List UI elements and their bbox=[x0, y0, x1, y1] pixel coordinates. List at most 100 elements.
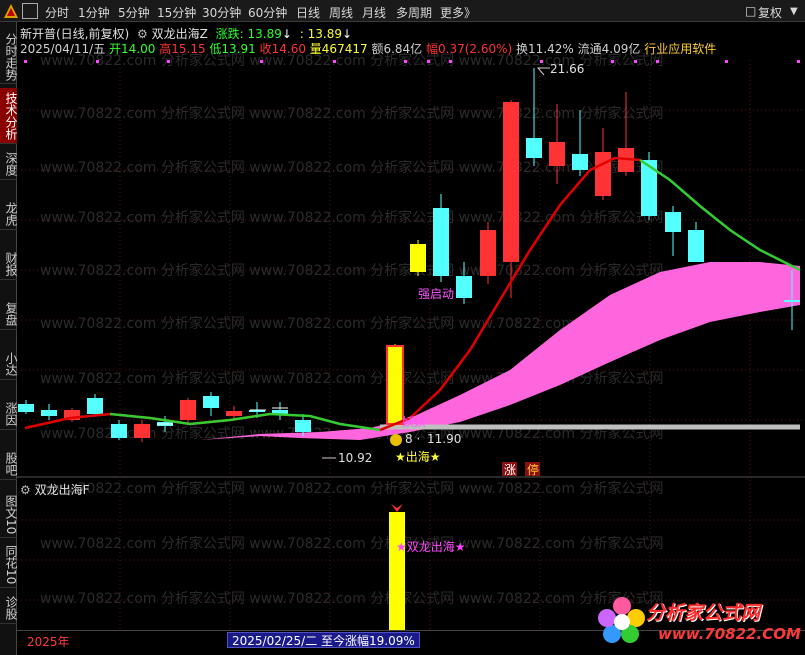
watermark-text: www.70822.com 分析家公式网 www.70822.com 分析家公式… bbox=[40, 535, 663, 552]
fuquan-button[interactable]: 复权 bbox=[758, 4, 782, 21]
app-logo-icon[interactable] bbox=[3, 3, 19, 19]
period-1min[interactable]: 1分钟 bbox=[78, 4, 110, 21]
quote-line: 2025/04/11/五 开14.00 高15.15 低13.91 收14.60… bbox=[20, 40, 716, 57]
period-more[interactable]: 更多》 bbox=[440, 4, 476, 21]
period-weekly[interactable]: 周线 bbox=[329, 4, 353, 21]
tab-jishu-fenxi[interactable]: 技术分析 bbox=[0, 88, 18, 144]
high-price-marker bbox=[536, 67, 550, 76]
tab-zhengu[interactable]: 诊股 bbox=[0, 592, 18, 624]
candle-body bbox=[595, 152, 611, 196]
quote-close: 收14.60 bbox=[259, 42, 306, 56]
quote-float: 流通4.09亿 bbox=[577, 42, 641, 56]
top-dot-marker bbox=[427, 60, 430, 63]
quote-amplitude: 幅0.37(2.60%) bbox=[426, 42, 513, 56]
watermark-text: www.70822.com 分析家公式网 www.70822.com 分析家公式… bbox=[40, 105, 663, 122]
period-more-label: 更多 bbox=[440, 6, 465, 20]
top-dot-marker bbox=[96, 60, 99, 63]
quote-date: 2025/04/11/五 bbox=[20, 42, 106, 56]
period-multi[interactable]: 多周期 bbox=[396, 4, 432, 21]
low-price-label: 10.92 bbox=[338, 451, 372, 465]
candle-body bbox=[18, 404, 34, 412]
tab-tonghua[interactable]: 同花10 bbox=[0, 542, 18, 588]
candle-body bbox=[549, 142, 565, 166]
top-dot-marker bbox=[333, 60, 336, 63]
top-dot-marker bbox=[167, 60, 170, 63]
second-value: : 13.89 bbox=[299, 27, 342, 41]
top-dot-marker bbox=[24, 60, 27, 63]
candle-body bbox=[41, 410, 57, 416]
period-30min[interactable]: 30分钟 bbox=[202, 4, 241, 21]
candle-body bbox=[665, 212, 681, 232]
tab-caibao[interactable]: 财报 bbox=[0, 248, 18, 280]
yaoguai-label: 妖妖 bbox=[402, 415, 426, 429]
watermark-logo: 分析家公式网 www.70822.COM bbox=[598, 592, 803, 650]
watermark-text: www.70822.com 分析家公式网 www.70822.com 分析家公式… bbox=[40, 209, 663, 226]
tab-longhu[interactable]: 龙虎 bbox=[0, 198, 18, 230]
watermark-text: www.70822.com 分析家公式网 www.70822.com 分析家公式… bbox=[40, 159, 663, 176]
quote-volume: 量467417 bbox=[309, 42, 368, 56]
tab-fenshi-zoushi[interactable]: 分时走势 bbox=[0, 30, 18, 84]
tab-zhangyin[interactable]: 涨因 bbox=[0, 398, 18, 430]
watermark-text: www.70822.com 分析家公式网 www.70822.com 分析家公式… bbox=[40, 590, 663, 607]
mark-price-label: 11.90 bbox=[427, 432, 461, 446]
candle-body bbox=[480, 230, 496, 276]
tab-tuwen[interactable]: 图文10 bbox=[0, 492, 18, 538]
signal-label: ★双龙出海★ bbox=[396, 539, 466, 554]
sub-panel-gear-icon[interactable]: ⚙ bbox=[20, 483, 31, 497]
money-bag-icon bbox=[390, 434, 402, 446]
left-tab-bar: 分时走势 技术分析 深度 龙虎 财报 复盘 小达 涨因 股吧 图文10 同花10… bbox=[0, 22, 18, 655]
high-price-label: 21.66 bbox=[550, 62, 584, 76]
period-toolbar: 分时 1分钟 5分钟 15分钟 30分钟 60分钟 日线 周线 月线 多周期 更… bbox=[0, 0, 805, 22]
quote-high: 高15.15 bbox=[159, 42, 206, 56]
layout-grid-icon[interactable] bbox=[22, 3, 38, 19]
candle-body bbox=[386, 345, 404, 425]
period-60min[interactable]: 60分钟 bbox=[248, 4, 287, 21]
top-dot-marker bbox=[611, 60, 614, 63]
price-chart[interactable]: www.70822.com 分析家公式网 www.70822.com 分析家公式… bbox=[0, 0, 805, 655]
candle-body bbox=[295, 420, 311, 432]
watermark-text: www.70822.com 分析家公式网 www.70822.com 分析家公式… bbox=[40, 262, 663, 279]
qiangqidong-label: 强启动 bbox=[418, 287, 454, 301]
indicator-gear-icon[interactable]: ⚙ bbox=[137, 27, 148, 41]
period-daily[interactable]: 日线 bbox=[296, 4, 320, 21]
zhang-badge: 涨 bbox=[504, 462, 516, 477]
period-more-arrow-icon: 》 bbox=[464, 6, 477, 20]
top-dot-marker bbox=[260, 60, 263, 63]
tab-xiaoda[interactable]: 小达 bbox=[0, 348, 18, 380]
indicator-name[interactable]: 双龙出海Z bbox=[152, 27, 208, 41]
candle-body bbox=[111, 424, 127, 438]
ting-badge: 停 bbox=[527, 462, 539, 477]
tab-shendu[interactable]: 深度 bbox=[0, 148, 18, 180]
period-15min[interactable]: 15分钟 bbox=[157, 4, 196, 21]
stock-name: 新开普(日线,前复权) bbox=[20, 27, 130, 41]
candle-body bbox=[134, 424, 150, 438]
quote-turnover: 换11.42% bbox=[516, 42, 574, 56]
top-dot-marker bbox=[797, 60, 800, 63]
candle-body bbox=[410, 244, 426, 272]
period-monthly[interactable]: 月线 bbox=[362, 4, 386, 21]
logo-url: www.70822.COM bbox=[658, 625, 801, 643]
top-dot-marker bbox=[540, 60, 543, 63]
tab-fupan[interactable]: 复盘 bbox=[0, 298, 18, 330]
close-square-icon[interactable]: □ bbox=[745, 4, 756, 18]
signal-bow-icon bbox=[391, 504, 403, 512]
year-label: 2025年 bbox=[27, 635, 70, 649]
quote-amount: 额6.84亿 bbox=[371, 42, 423, 56]
candle-body bbox=[226, 411, 242, 416]
candle-body bbox=[180, 400, 196, 420]
chuhai-label: ★出海★ bbox=[395, 449, 441, 464]
quote-open: 开14.00 bbox=[109, 42, 156, 56]
quote-industry[interactable]: 行业应用软件 bbox=[644, 42, 716, 56]
period-5min[interactable]: 5分钟 bbox=[118, 4, 150, 21]
sub-panel-indicator-name[interactable]: 双龙出海F bbox=[35, 483, 90, 497]
candle-body bbox=[203, 396, 219, 408]
flower-logo-icon bbox=[598, 597, 645, 643]
period-fenshi[interactable]: 分时 bbox=[45, 4, 69, 21]
candle-body bbox=[688, 230, 704, 262]
candle-body bbox=[572, 154, 588, 170]
top-dot-marker bbox=[634, 60, 637, 63]
logo-text: 分析家公式网 bbox=[646, 602, 761, 624]
candle-body bbox=[433, 208, 449, 276]
tab-guba[interactable]: 股吧 bbox=[0, 448, 18, 480]
fuquan-dropdown-icon[interactable]: ▼ bbox=[790, 6, 798, 17]
